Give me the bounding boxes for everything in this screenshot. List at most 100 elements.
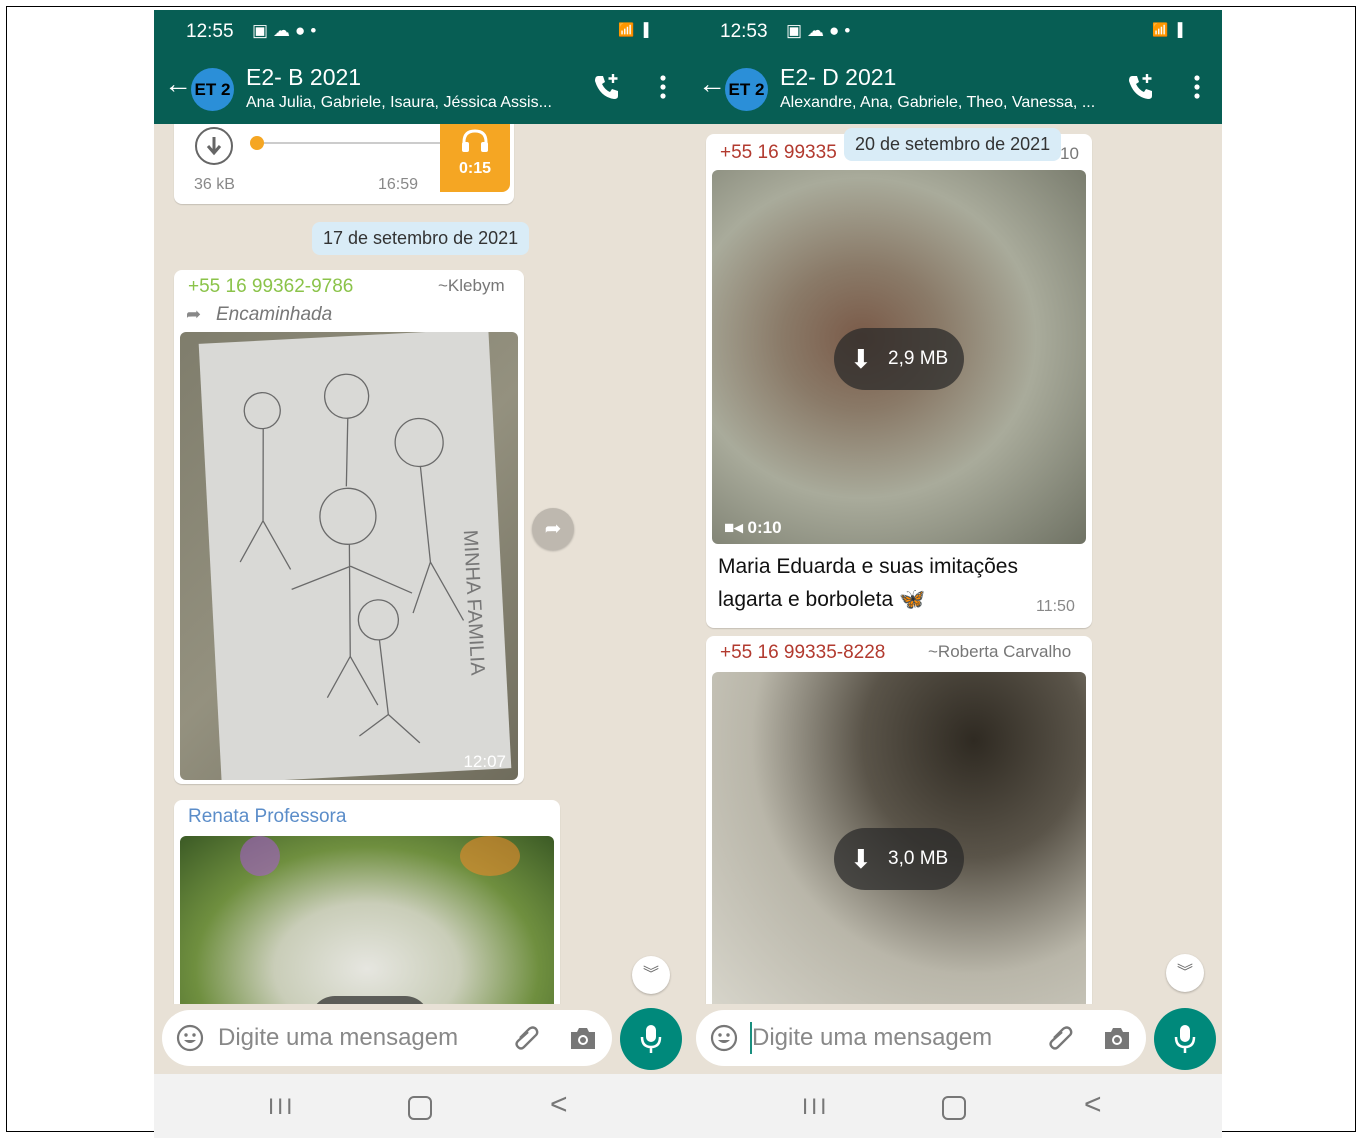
message-input-box[interactable]: Digite uma mensagem (162, 1010, 612, 1066)
download-icon: ⬇ (850, 344, 872, 374)
status-bar: 12:53 ▣☁●• 📶 ▌ (688, 10, 1222, 52)
group-avatar[interactable]: ET 2 (191, 68, 234, 111)
chevron-down-icon[interactable]: ︾ (1166, 954, 1204, 992)
status-time: 12:55 (186, 21, 234, 42)
message-time: 12:07 (463, 752, 506, 771)
audio-avatar-block: 0:15 (440, 124, 510, 192)
message-input[interactable]: Digite uma mensagem (752, 1024, 992, 1052)
signal-battery-icons: 📶 ▌ (1151, 22, 1190, 37)
emoji-icon[interactable] (176, 1024, 204, 1052)
share-icon[interactable]: ➦ (532, 508, 574, 550)
sender-phone[interactable]: +55 16 99335 (720, 142, 837, 164)
group-members: Ana Julia, Gabriele, Isaura, Jéssica Ass… (246, 94, 552, 111)
blurred-photo[interactable] (180, 836, 554, 1004)
family-drawing: MINHA FAMILIA (239, 373, 489, 744)
drawing-caption: MINHA FAMILIA (459, 529, 489, 676)
paper-sheet: MINHA FAMILIA (198, 332, 512, 780)
date-separator: 20 de setembro de 2021 (844, 128, 1062, 161)
status-bar: 12:55 ▣☁●• 📶 ▌ (154, 10, 688, 52)
system-back-button[interactable]: < (1084, 1088, 1102, 1122)
phone-screen-left: 12:55 ▣☁●• 📶 ▌ ← ET 2 E2- B 2021 Ana Jul… (154, 10, 688, 1138)
image-message[interactable]: Renata Professora (174, 800, 560, 1004)
message-input-box[interactable]: Digite uma mensagem (696, 1010, 1146, 1066)
input-bar: Digite uma mensagem (688, 1004, 1222, 1074)
download-size: 2,9 MB (888, 348, 949, 369)
chat-header[interactable]: ← ET 2 E2- D 2021 Alexandre, Ana, Gabrie… (688, 52, 1222, 124)
chat-area[interactable]: +55 16 99335 10 ⬇ 2,9 MB ■◂ 0:10 Maria E… (688, 124, 1222, 1004)
message-input[interactable]: Digite uma mensagem (218, 1024, 458, 1052)
group-title[interactable]: E2- B 2021 (246, 64, 361, 91)
group-avatar[interactable]: ET 2 (725, 68, 768, 111)
audio-size: 36 kB (194, 176, 235, 193)
back-arrow-icon[interactable]: ← (164, 70, 192, 98)
drawing-photo[interactable]: MINHA FAMILIA 12:07 (180, 332, 518, 780)
camera-icon[interactable] (568, 1024, 598, 1052)
audio-track[interactable] (252, 142, 442, 144)
more-vert-icon[interactable] (658, 72, 668, 102)
video-caption: Maria Eduarda e suas imitações lagarta e… (718, 555, 1018, 611)
video-caption-block: Maria Eduarda e suas imitações lagarta e… (718, 550, 1038, 616)
camera-icon[interactable] (1102, 1024, 1132, 1052)
download-size: 3,0 MB (888, 848, 949, 869)
video-icon: ■◂ (724, 518, 748, 537)
message-time: 11:50 (1036, 598, 1075, 615)
forwarded-label: Encaminhada (216, 304, 333, 325)
sender-phone[interactable]: +55 16 99362-9786 (188, 276, 353, 298)
group-members: Alexandre, Ana, Gabriele, Theo, Vanessa,… (780, 94, 1096, 111)
audio-time: 16:59 (378, 176, 419, 193)
image-message[interactable]: +55 16 99362-9786 ~Klebym ➦ Encaminhada … (174, 270, 524, 784)
download-button[interactable]: ⬇ 2,9 MB (834, 328, 964, 390)
chevron-down-icon[interactable]: ︾ (632, 956, 670, 994)
chat-header[interactable]: ← ET 2 E2- B 2021 Ana Julia, Gabriele, I… (154, 52, 688, 124)
input-bar: Digite uma mensagem (154, 1004, 688, 1074)
system-nav-bar: III < (154, 1074, 688, 1138)
video-duration-row: ■◂ 0:10 (724, 518, 782, 538)
system-nav-bar: III < (688, 1074, 1222, 1138)
home-button[interactable] (408, 1096, 432, 1120)
attach-icon[interactable] (1046, 1024, 1074, 1052)
attach-icon[interactable] (512, 1024, 540, 1052)
mic-button[interactable] (1154, 1008, 1216, 1070)
date-separator: 17 de setembro de 2021 (312, 222, 530, 255)
group-title[interactable]: E2- D 2021 (780, 64, 896, 91)
sender-alias: 10 (1060, 144, 1079, 163)
flower-blur (240, 836, 280, 876)
blurred-video[interactable]: ⬇ 3,0 MB (712, 672, 1086, 1004)
system-back-button[interactable]: < (550, 1088, 568, 1122)
more-vert-icon[interactable] (1192, 72, 1202, 102)
headphones-icon (462, 129, 488, 152)
mic-icon (640, 1025, 662, 1053)
emoji-icon[interactable] (710, 1024, 738, 1052)
signal-battery-icons: 📶 ▌ (617, 22, 656, 37)
mic-button[interactable] (620, 1008, 682, 1070)
chat-area[interactable]: 36 kB 16:59 0:15 17 de setembro de 2021 … (154, 124, 688, 1004)
back-arrow-icon[interactable]: ← (698, 70, 726, 98)
notification-icons: ▣☁●• (252, 21, 322, 40)
video-message[interactable]: +55 16 99335-8228 ~Roberta Carvalho ⬇ 3,… (706, 636, 1092, 1004)
sender-alias: ~Klebym (438, 276, 505, 295)
download-icon: ⬇ (850, 844, 872, 874)
download-button[interactable]: ⬇ 3,0 MB (834, 828, 964, 890)
status-time: 12:53 (720, 21, 768, 42)
sender-alias: ~Roberta Carvalho (928, 642, 1072, 661)
download-pill[interactable] (310, 996, 430, 1004)
add-call-icon[interactable] (592, 72, 622, 102)
video-message[interactable]: +55 16 99335 10 ⬇ 2,9 MB ■◂ 0:10 Maria E… (706, 134, 1092, 628)
home-button[interactable] (942, 1096, 966, 1120)
add-call-icon[interactable] (1126, 72, 1156, 102)
blurred-video[interactable]: ⬇ 2,9 MB ■◂ 0:10 (712, 170, 1086, 544)
mic-icon (1174, 1025, 1196, 1053)
phone-screen-right: 12:53 ▣☁●• 📶 ▌ ← ET 2 E2- D 2021 Alexand… (688, 10, 1222, 1138)
recents-button[interactable]: III (268, 1094, 295, 1120)
butterfly-emoji: 🦋 (898, 588, 926, 611)
sender-phone[interactable]: +55 16 99335-8228 (720, 642, 885, 664)
download-icon[interactable] (194, 126, 234, 166)
flower-blur (460, 836, 520, 876)
recents-button[interactable]: III (802, 1094, 829, 1120)
sender-name[interactable]: Renata Professora (188, 806, 346, 828)
video-duration: 0:10 (747, 518, 782, 537)
notification-icons: ▣☁●• (786, 21, 856, 40)
audio-scrubber[interactable] (250, 136, 264, 150)
audio-message[interactable]: 36 kB 16:59 0:15 (174, 124, 514, 204)
audio-duration: 0:15 (459, 160, 492, 177)
